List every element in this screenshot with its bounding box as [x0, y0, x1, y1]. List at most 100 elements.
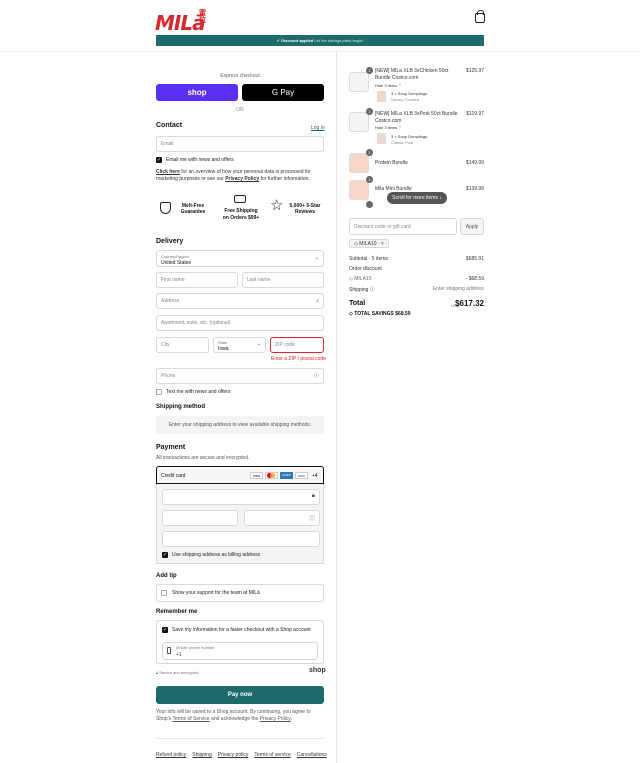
arrow-down-icon: ↓	[439, 195, 442, 201]
quantity-badge: 1	[366, 176, 373, 183]
lock-icon: 🔒︎	[156, 670, 159, 675]
discount-code-field[interactable]: Discount code or gift card	[349, 218, 457, 235]
mastercard-circle-orange	[270, 473, 275, 478]
privacy-link[interactable]: Privacy Policy	[260, 716, 291, 722]
badge-melt-free: Melt-Free Guarantee	[180, 203, 206, 215]
country-label: Country/Region	[161, 254, 189, 259]
remember-checkbox[interactable]: ✓	[162, 627, 168, 633]
brand-logo-sub: 蜜拉	[199, 10, 206, 24]
pay-legal: Your info will be saved to a Shop accoun…	[156, 709, 311, 722]
item-price: $119.97	[466, 111, 484, 117]
login-link[interactable]: Log in	[311, 125, 325, 131]
address-field[interactable]: Address ⌕	[156, 293, 324, 309]
column-divider	[336, 52, 337, 763]
footer-privacy-policy[interactable]: Privacy policy	[218, 752, 249, 758]
shop-logo: shop	[309, 667, 326, 674]
shield-icon	[160, 202, 171, 214]
help-icon: ⓘ	[369, 287, 375, 293]
terms-link[interactable]: Terms of Service	[172, 716, 209, 722]
remove-discount-icon[interactable]: ×	[381, 241, 384, 247]
chevron-down-icon: ⌄	[256, 341, 261, 347]
security-code-field[interactable]: ⓘ	[244, 510, 320, 526]
total-savings: ◇ TOTAL SAVINGS $68.59	[349, 311, 411, 317]
item-price: $139.99	[465, 186, 484, 192]
badge-free-shipping: Free Shipping on Orders $99+	[222, 208, 260, 221]
footer-shipping[interactable]: Shipping	[192, 752, 211, 758]
footer-refund-policy[interactable]: Refund policy	[156, 752, 186, 758]
shipping-method-placeholder: Enter your shipping address to view avai…	[156, 416, 324, 434]
credit-card-option[interactable]: Credit card VISA MC AMEX DISC +4	[156, 466, 324, 484]
product-thumbnail	[349, 153, 369, 173]
search-icon: ⌕	[316, 298, 319, 304]
discount-banner: ✔ Discount applied Let the savings party…	[156, 35, 484, 46]
phone-field[interactable]: Phone ⓘ	[156, 368, 324, 384]
item-name: Protein Bundle	[375, 160, 408, 166]
amex-icon: AMEX	[280, 472, 293, 479]
mobile-value: +1	[176, 652, 182, 658]
product-thumbnail	[349, 72, 369, 92]
contact-title: Contact	[156, 122, 183, 129]
footer-divider	[156, 738, 324, 739]
tip-title: Add tip	[156, 573, 177, 579]
shipping-method-title: Shipping method	[156, 404, 205, 410]
zip-field[interactable]: ZIP code	[270, 337, 324, 353]
payment-title: Payment	[156, 444, 186, 451]
banner-label: Discount applied	[281, 38, 314, 43]
banner-detail: Let the savings party begin!	[314, 38, 364, 43]
expiration-field[interactable]	[162, 510, 238, 526]
mobile-label: Mobile phone number	[176, 645, 215, 650]
card-number-field[interactable]: 🔒︎	[162, 489, 320, 505]
text-news-checkbox[interactable]	[156, 389, 162, 395]
chevron-up-icon: ⌃	[398, 83, 402, 88]
or-divider: OR	[236, 107, 244, 113]
order-discount-label: Order discount	[349, 266, 382, 272]
sub-item-name: 3 × Soup Dumplings	[391, 134, 428, 139]
state-select[interactable]: State Iowa ⌄	[213, 337, 266, 353]
help-icon[interactable]: ⓘ	[314, 369, 319, 384]
mobile-phone-field[interactable]: Mobile phone number +1	[162, 642, 318, 660]
sub-item-variant: Savory Chicken	[391, 97, 420, 102]
shopping-bag-icon[interactable]	[475, 10, 485, 23]
help-icon[interactable]: ⓘ	[309, 514, 315, 523]
email-field[interactable]: Email	[156, 136, 324, 152]
quantity-badge: 1	[366, 67, 373, 74]
discount-tag: ◇ MILA10 ×	[349, 239, 389, 248]
sub-item-thumbnail	[377, 133, 386, 144]
delivery-title: Delivery	[156, 238, 184, 245]
total-value: $617.32	[455, 299, 484, 308]
apartment-field[interactable]: Apartment, suite, etc. (optional)	[156, 315, 324, 331]
city-field[interactable]: City	[156, 337, 209, 353]
google-pay-button[interactable]: G Pay	[242, 84, 324, 101]
shipping-label: Shipping ⓘ	[349, 287, 375, 293]
check-icon: ✔	[276, 38, 280, 43]
privacy-policy-link[interactable]: Privacy Policy	[225, 176, 259, 182]
tip-checkbox[interactable]	[161, 590, 167, 596]
discount-value: - $68.59	[465, 276, 484, 282]
visa-icon: VISA	[250, 472, 263, 479]
privacy-notice: Click here for an overview of how your p…	[156, 169, 326, 183]
hide-items-toggle[interactable]: Hide 3 items ⌃	[375, 125, 402, 130]
name-on-card-field[interactable]	[162, 531, 320, 547]
sub-item-thumbnail	[377, 91, 386, 102]
hide-items-toggle[interactable]: Hide 3 items ⌃	[375, 83, 402, 88]
scroll-more-button[interactable]: Scroll for more items ↓	[387, 192, 447, 204]
discover-icon: DISC	[295, 472, 308, 479]
billing-same-checkbox[interactable]: ✓	[162, 552, 168, 558]
apply-button[interactable]: Apply	[460, 218, 484, 235]
address-placeholder: Address	[161, 298, 180, 304]
footer-links: Refund policy Shipping Privacy policy Terms…	[156, 743, 333, 761]
email-news-checkbox[interactable]: ✓	[156, 157, 162, 163]
pay-now-button[interactable]: Pay now	[156, 686, 324, 704]
click-here-link[interactable]: Click here	[156, 169, 180, 175]
first-name-field[interactable]: First name	[156, 272, 238, 288]
truck-icon	[234, 195, 246, 203]
country-select[interactable]: Country/Region United States ⌄	[156, 250, 324, 267]
footer-cancellations[interactable]: Cancellations	[297, 752, 327, 758]
quantity-badge	[366, 201, 373, 208]
shop-pay-button[interactable]: shop	[156, 84, 238, 101]
tip-option[interactable]: Show your support for the team at MILā	[156, 584, 324, 602]
brand-logo[interactable]: MILā	[155, 11, 206, 35]
footer-terms[interactable]: Terms of service	[254, 752, 290, 758]
last-name-field[interactable]: Last name	[242, 272, 324, 288]
remember-title: Remember me	[156, 609, 198, 615]
